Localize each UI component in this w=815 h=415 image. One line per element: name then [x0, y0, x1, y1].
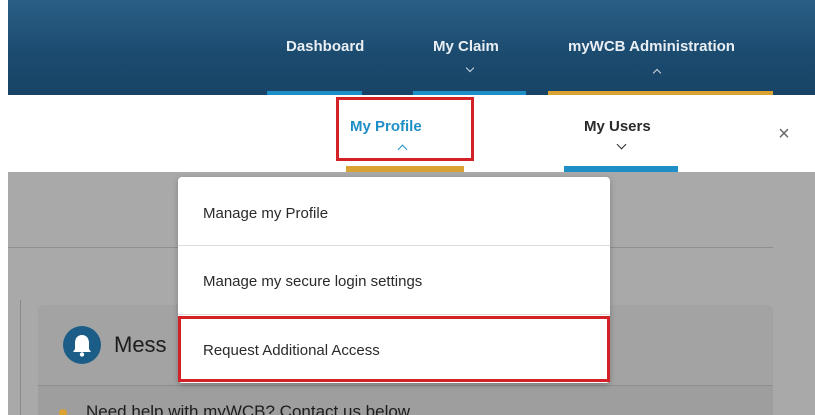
menu-item-secure-login-settings[interactable]: Manage my secure login settings [178, 246, 610, 314]
tab-my-users[interactable]: My Users [584, 118, 651, 135]
menu-item-label: Manage my Profile [203, 205, 329, 222]
menu-item-manage-profile[interactable]: Manage my Profile [178, 177, 610, 245]
nav-my-claim[interactable]: My Claim [433, 38, 499, 55]
divider [38, 385, 773, 386]
nav-mywcb-administration[interactable]: myWCB Administration [568, 38, 735, 55]
menu-item-label: Manage my secure login settings [203, 273, 423, 290]
divider [20, 300, 21, 415]
nav-dashboard[interactable]: Dashboard [286, 38, 364, 55]
help-text: Need help with myWCB? Contact us below [86, 402, 411, 415]
messages-card-title: Mess [114, 332, 167, 357]
request-access-highlight [178, 316, 610, 382]
bullet-icon [59, 409, 67, 415]
my-profile-highlight [336, 97, 474, 161]
bell-icon [63, 326, 101, 364]
close-icon[interactable]: × [776, 124, 792, 144]
